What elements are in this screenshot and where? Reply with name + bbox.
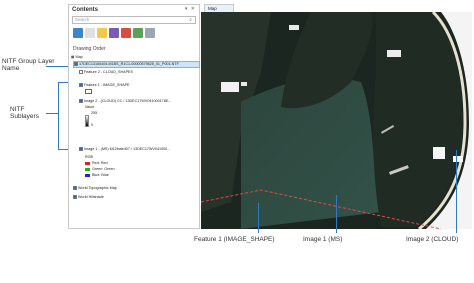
- legend-value-0: 0: [91, 123, 94, 127]
- blue-swatch-icon: [85, 173, 90, 177]
- legend-green: Green: Green: [85, 167, 213, 172]
- list-by-source-icon[interactable]: [85, 28, 95, 38]
- annotation-feature1: Feature 1 (IMAGE_SHAPE): [194, 236, 275, 243]
- annotation-nitf-sublayers: NITF Sublayers: [10, 106, 39, 121]
- checkbox-icon[interactable]: [79, 70, 83, 75]
- search-icon: ⌕: [189, 17, 192, 23]
- annot-pointer-image1: [336, 195, 337, 233]
- checkbox-icon[interactable]: [79, 147, 83, 152]
- legend-blue: Blue: Blue: [85, 173, 213, 178]
- checkbox-icon[interactable]: [79, 83, 83, 88]
- checkbox-icon[interactable]: [79, 99, 83, 104]
- list-by-selection-icon[interactable]: [97, 28, 107, 38]
- red-swatch-icon: [85, 161, 90, 165]
- green-swatch-icon: [85, 167, 90, 171]
- legend-value-label: Value: [85, 105, 95, 109]
- contents-toolbar: [73, 28, 155, 40]
- pane-controls[interactable]: ▾ ✕: [185, 6, 196, 12]
- layer-row-feature1[interactable]: Feature 1 - IMAGE_SHAPE: [79, 83, 207, 88]
- list-by-editing-icon[interactable]: [109, 28, 119, 38]
- tab-map[interactable]: Map: [204, 4, 234, 12]
- legend-value-255: 255: [91, 111, 98, 115]
- annot-bracket: [58, 82, 59, 149]
- checkbox-icon[interactable]: [73, 186, 77, 191]
- contents-title: Contents: [72, 7, 98, 13]
- layer-row-nitf-group[interactable]: 17DEC13165404-M1BS_R1C1-00000579825_01_P…: [73, 61, 200, 68]
- list-by-drawing-order-icon[interactable]: [73, 28, 83, 38]
- list-by-labeling-icon[interactable]: [133, 28, 143, 38]
- image-shape-symbol: [85, 89, 92, 94]
- list-by-charts-icon[interactable]: [145, 28, 155, 38]
- legend-red: Red: Red: [85, 161, 213, 166]
- search-input[interactable]: Search: [72, 16, 196, 24]
- drawing-order-heading: Drawing Order: [73, 46, 106, 52]
- layer-row-image1[interactable]: Image 1 - (MS) M12bale407 / 13DEC17WV041…: [79, 147, 207, 152]
- annot-pointer-sublayers: [46, 113, 58, 114]
- layer-row-map[interactable]: ▦ Map: [71, 55, 199, 60]
- annot-pointer-image2: [456, 150, 457, 233]
- annotation-image1: Image 1 (MS): [303, 236, 343, 243]
- value-gradient-ramp: [85, 115, 89, 127]
- layer-row-hillshade[interactable]: World Hillshade: [73, 195, 201, 200]
- annotation-image2: Image 2 (CLOUD): [406, 236, 459, 243]
- layer-row-topo[interactable]: World Topographic Map: [73, 186, 201, 191]
- legend-rgb-label: RGB: [85, 155, 93, 159]
- checkbox-icon[interactable]: [73, 195, 77, 200]
- layer-row-feature2[interactable]: Feature 2 - CLOUD_SHAPES: [79, 70, 207, 75]
- layer-row-image2[interactable]: Image 2 - (CLOUD) CC / 13DEC17WV04100017…: [79, 99, 207, 104]
- contents-pane: Contents ▾ ✕ Search ⌕ Drawing Order ▦ Ma…: [68, 4, 200, 229]
- annot-pointer-feature1: [258, 203, 259, 233]
- list-by-snapping-icon[interactable]: [121, 28, 131, 38]
- checkbox-icon[interactable]: [74, 62, 78, 67]
